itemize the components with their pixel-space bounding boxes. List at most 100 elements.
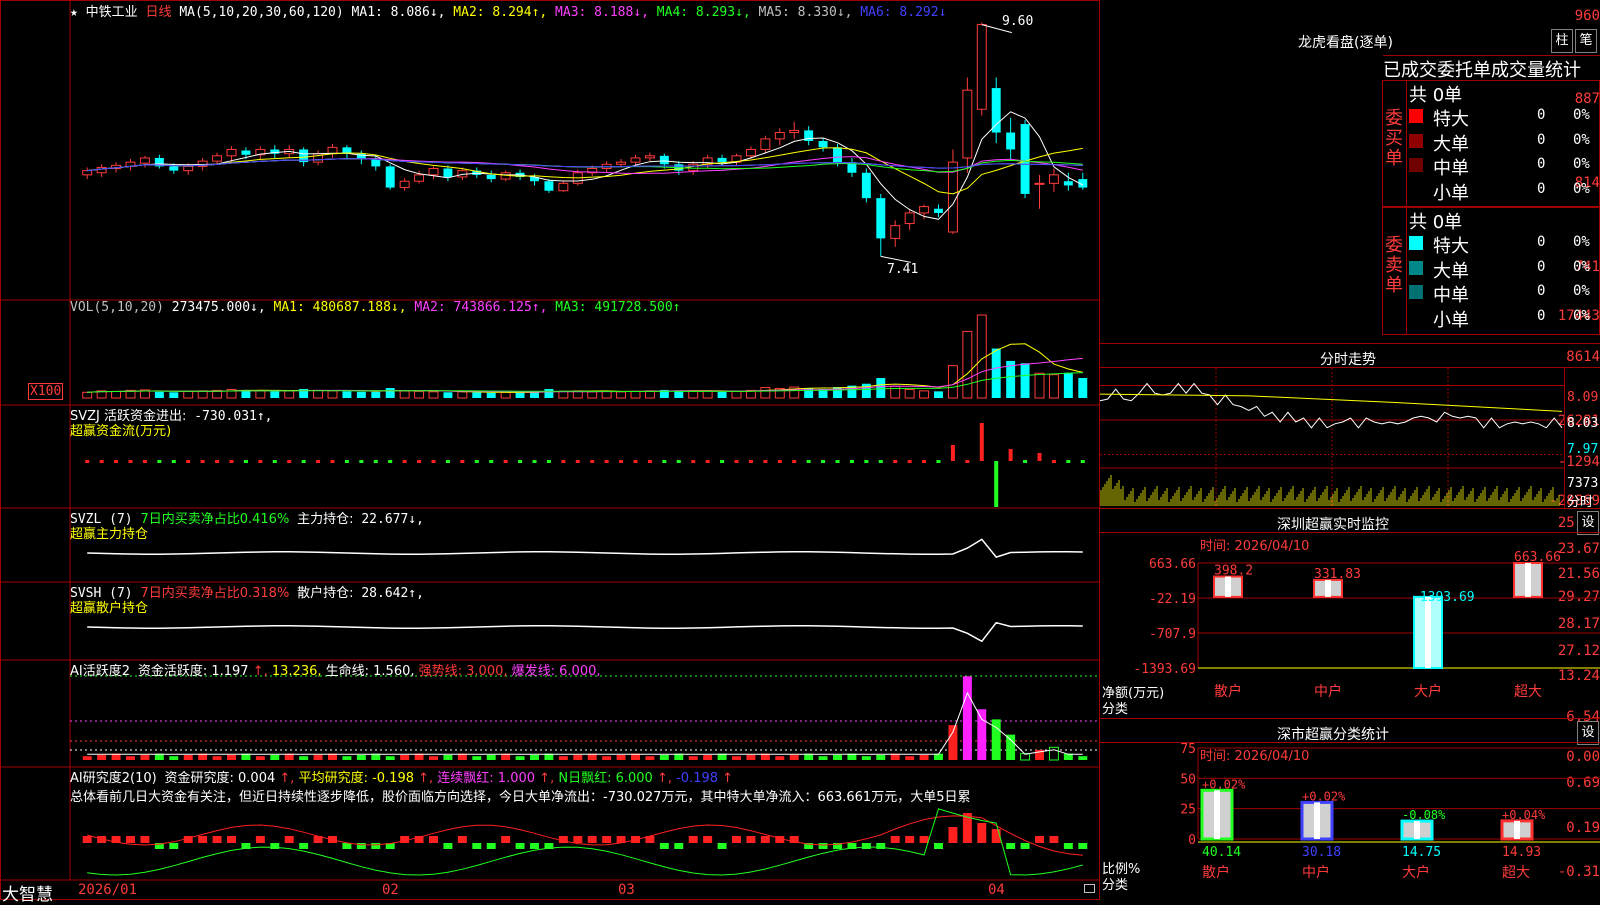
activity-bar — [1048, 746, 1059, 761]
bar-highlight — [1225, 576, 1231, 597]
divider — [1564, 368, 1565, 508]
sell-label: 委卖单 — [1385, 235, 1403, 296]
research-bar — [659, 843, 669, 849]
activity-bar — [746, 754, 756, 760]
order-type: 小单 — [1433, 309, 1469, 331]
candle-body — [976, 24, 987, 110]
activity-bar — [385, 756, 395, 760]
tab-stats[interactable]: 统计 — [1545, 60, 1581, 80]
ai-research-summary: 总体看前几日大资金有关注，但近日持续性逐步降低，股价面临方向选择，今日大单净流出… — [70, 790, 971, 805]
candle-body — [544, 181, 554, 191]
activity-bar — [818, 756, 828, 760]
volume-bar — [342, 391, 352, 398]
order-qty: 0 — [1537, 131, 1546, 148]
flow-bar — [950, 445, 955, 461]
flow-bar — [258, 460, 263, 463]
flow-bar — [445, 460, 450, 463]
research-bar — [948, 827, 958, 843]
indicator-value: 13.236, — [271, 664, 326, 679]
flow-bar — [186, 460, 191, 463]
candle-body — [934, 208, 943, 213]
activity-bar — [833, 754, 842, 760]
vol-unit[interactable]: X100 — [28, 383, 64, 400]
indicator-value: -0.198 — [676, 771, 723, 786]
flow-bar — [330, 460, 335, 463]
svsh-ratio: 7日内买卖净占比0.318% — [140, 586, 290, 601]
activity-bar — [876, 754, 886, 760]
flow-bar — [272, 460, 277, 463]
ma-line — [87, 158, 1083, 172]
research-bar — [443, 843, 453, 849]
category-label: 大户 — [1402, 864, 1430, 881]
activity-bar — [227, 754, 236, 760]
research-bar — [486, 843, 496, 849]
candle-body — [962, 89, 973, 159]
volume-bar — [962, 330, 973, 399]
ma-line — [87, 158, 1083, 172]
bar-highlight — [1314, 802, 1320, 839]
lh-tabs: 已成交委托单成交量统计 — [1383, 55, 1600, 80]
activity-bar — [602, 756, 612, 760]
research-bar — [299, 843, 309, 849]
flow-bar — [835, 460, 840, 463]
indicator-value: ↑, — [418, 771, 438, 786]
flow-bar — [344, 460, 349, 463]
candle-body — [1063, 181, 1073, 186]
research-bar — [818, 843, 828, 849]
flow-bar — [85, 460, 90, 463]
order-qty: 0 — [1537, 234, 1546, 250]
flow-bar — [417, 460, 422, 463]
candle-body — [428, 168, 439, 176]
column-button[interactable]: 柱 — [1551, 29, 1573, 53]
volume-bar — [399, 390, 410, 399]
flow-bar — [734, 460, 739, 463]
lock-icon[interactable] — [1084, 884, 1095, 893]
sh-title: 深市超赢分类统计 — [1277, 727, 1389, 743]
volume-bar — [544, 388, 554, 398]
intraday-tick: 8.03 — [1567, 416, 1599, 431]
flow-bar — [590, 460, 595, 463]
bar-highlight — [1414, 821, 1420, 839]
order-pct: 0% — [1573, 283, 1590, 299]
volume-bar — [644, 390, 655, 399]
flow-bar — [806, 460, 811, 463]
order-type: 中单 — [1433, 285, 1469, 306]
sh-bar-chart[interactable]: 75 50 25 0 +0.02% 40.14 散户 +0.02% 30.18 中户 -0.08% 1… — [1100, 743, 1600, 900]
flow-bar — [128, 460, 133, 463]
color-swatch — [1409, 309, 1423, 324]
main-chart-canvas[interactable] — [0, 0, 1100, 900]
intraday-tick: 8.09 — [1567, 390, 1599, 405]
tab-volume[interactable]: 成交量 — [1491, 60, 1545, 80]
tab-filled[interactable]: 已成交 — [1383, 60, 1437, 80]
candle-body — [861, 172, 871, 199]
research-bar — [674, 843, 684, 849]
axis-tick: 50 — [1180, 772, 1196, 787]
candle-body — [644, 155, 655, 159]
indicator-value: ↑ — [722, 771, 734, 786]
volume-bar — [1020, 363, 1030, 398]
research-bar — [270, 843, 280, 849]
tab-orders[interactable]: 委托单 — [1437, 60, 1491, 80]
indicator-value: MA1: 480687.188↓, — [273, 300, 415, 315]
order-qty: 0 — [1537, 180, 1546, 197]
stroke-button[interactable]: 笔 — [1575, 29, 1597, 53]
intraday-chart[interactable] — [1100, 368, 1564, 508]
candle-body — [630, 157, 641, 163]
axis-tick: -707.9 — [1149, 627, 1196, 642]
flow-bar — [1066, 460, 1071, 463]
candle-body — [659, 155, 669, 165]
bar-highlight — [1514, 820, 1520, 839]
sz-bar-chart[interactable]: 663.66 -22.19 -707.9 -1393.69 398.2 散户 331.83 中… — [1100, 533, 1600, 718]
activity-bar — [429, 756, 438, 760]
research-bar — [429, 836, 438, 843]
volume-bar — [616, 391, 627, 399]
research-bar — [227, 836, 236, 843]
research-bar — [1063, 843, 1073, 849]
category-label: 中户 — [1302, 864, 1330, 881]
vol-ma-values: MA1: 480687.188↓, MA2: 743866.125↑, MA3:… — [274, 300, 681, 315]
candle-body — [371, 158, 381, 167]
candle-body — [1020, 124, 1030, 194]
flow-bar — [99, 460, 104, 463]
order-type: 大单 — [1433, 260, 1469, 282]
flow-bar — [1023, 460, 1028, 463]
